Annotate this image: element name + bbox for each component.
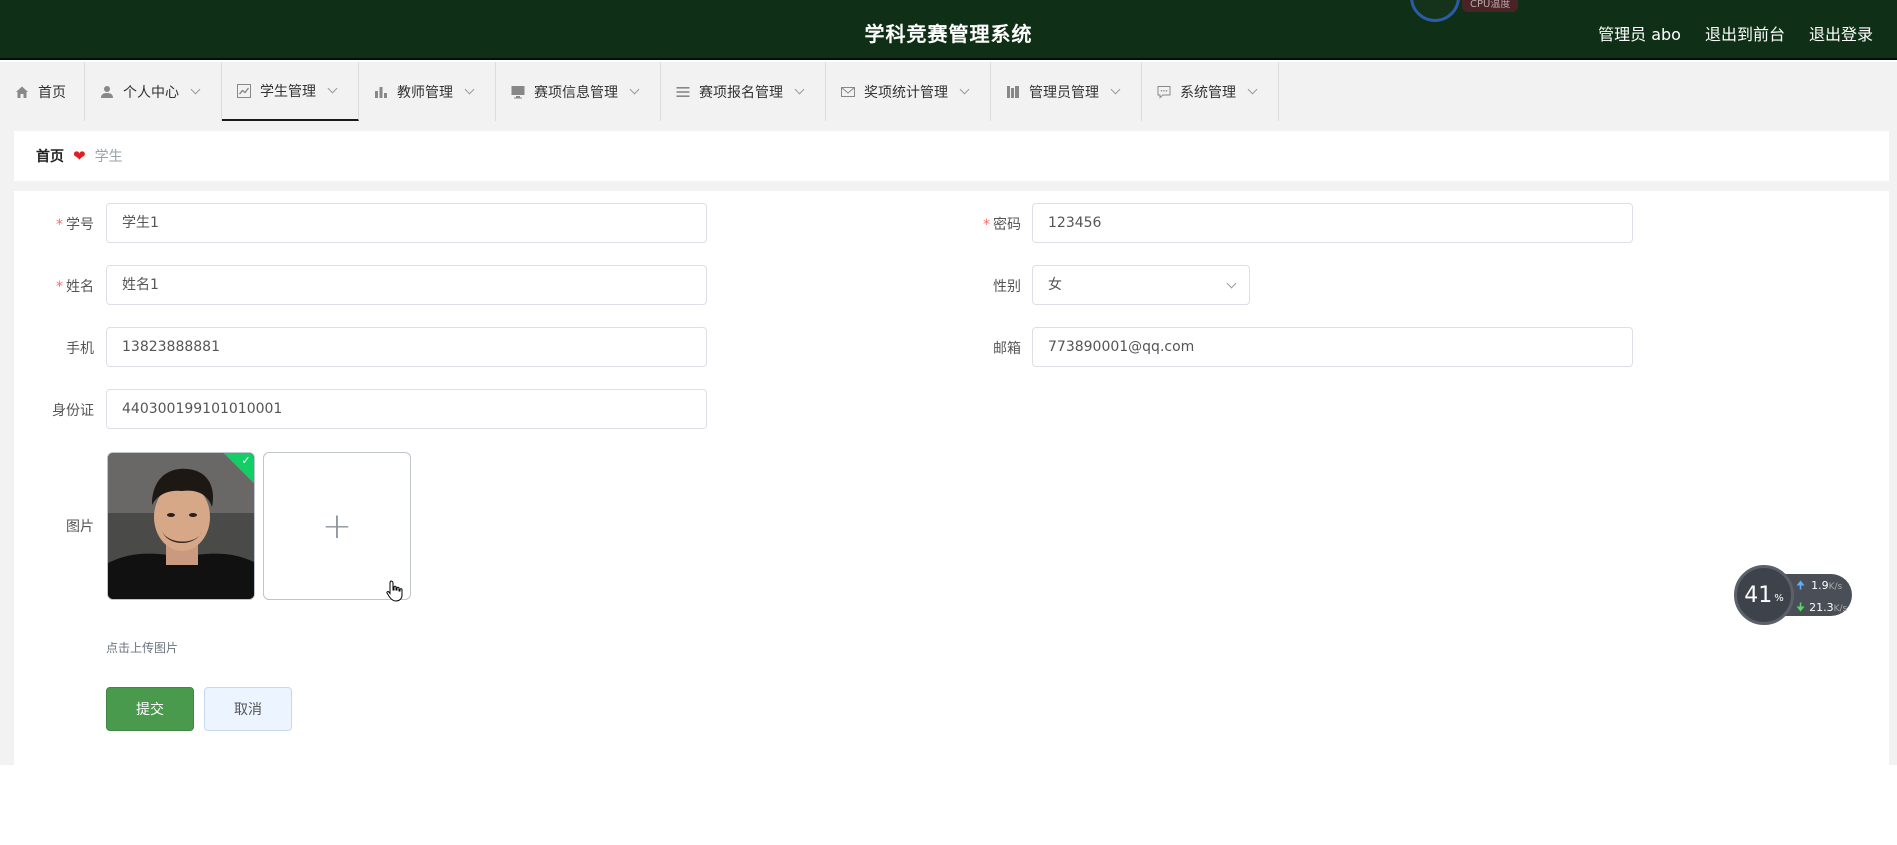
chat-icon: [1156, 84, 1171, 99]
user-icon: [99, 84, 114, 99]
menu-item-label: 奖项统计管理: [864, 84, 948, 101]
cpu-temp-label: CPU温度: [1462, 0, 1519, 12]
arrow-down-icon: 🠋: [1796, 601, 1806, 614]
menu-item-label: 赛项报名管理: [699, 84, 783, 101]
menu-item-label: 教师管理: [397, 84, 453, 101]
menu-item-label: 个人中心: [123, 84, 179, 101]
spacer: [0, 181, 1897, 191]
admin-user-link[interactable]: 管理员 abo: [1598, 21, 1681, 45]
menu-item-home[interactable]: 首页: [0, 62, 85, 121]
email-label: 邮箱: [993, 341, 1021, 357]
menu-item-student-management[interactable]: 学生管理: [222, 62, 359, 121]
upload-tip: 点击上传图片: [106, 641, 179, 655]
upload-speed: 🠉 1.9K/s: [1796, 579, 1843, 592]
email-field[interactable]: 773890001@qq.com: [1032, 327, 1633, 367]
menu-item-teacher-management[interactable]: 教师管理: [359, 62, 496, 121]
breadcrumb: 首页 ❤ 学生: [14, 131, 1889, 181]
monitor-icon: [510, 84, 525, 99]
spacer: [0, 121, 1897, 131]
check-icon: ✓: [241, 453, 251, 467]
menu-item-admin-management[interactable]: 管理员管理: [991, 62, 1142, 121]
student-no-label: * 学号: [56, 217, 94, 233]
cancel-button[interactable]: 取消: [204, 687, 292, 731]
heart-icon: ❤: [73, 147, 86, 165]
submit-button[interactable]: 提交: [106, 687, 194, 731]
menu-item-award-statistics-management[interactable]: 奖项统计管理: [826, 62, 991, 121]
menu-item-system-management[interactable]: 系统管理: [1142, 62, 1279, 121]
chevron-down-icon: [190, 84, 201, 95]
menu-item-label: 系统管理: [1180, 84, 1236, 101]
student-no-field[interactable]: 学生1: [106, 203, 707, 243]
exit-to-frontend-link[interactable]: 退出到前台: [1705, 21, 1785, 45]
image-label: 图片: [66, 519, 94, 535]
chevron-down-icon: [1226, 278, 1237, 289]
chevron-down-icon: [794, 84, 805, 95]
cpu-usage-gauge: 41%: [1734, 565, 1794, 625]
name-field[interactable]: 姓名1: [106, 265, 707, 305]
menu-item-event-registration-management[interactable]: 赛项报名管理: [661, 62, 826, 121]
chevron-down-icon: [327, 83, 338, 94]
chevron-down-icon: [629, 84, 640, 95]
hand-cursor-icon: [386, 580, 404, 606]
logout-link[interactable]: 退出登录: [1809, 21, 1873, 45]
uploaded-photo[interactable]: ✓: [107, 452, 255, 600]
menu-item-label: 管理员管理: [1029, 84, 1099, 101]
breadcrumb-home[interactable]: 首页: [36, 146, 64, 166]
gender-select[interactable]: 女: [1032, 265, 1250, 305]
password-field[interactable]: 123456: [1032, 203, 1633, 243]
arrow-up-icon: 🠉: [1796, 579, 1806, 592]
bar-chart-icon: [373, 84, 388, 99]
portrait-image: [108, 453, 254, 599]
spacer: [1889, 131, 1897, 765]
id-card-label: 身份证: [52, 403, 94, 419]
list-icon: [675, 84, 690, 99]
chevron-down-icon: [464, 84, 475, 95]
phone-field[interactable]: 13823888881: [106, 327, 707, 367]
chart-line-icon: [236, 83, 251, 98]
gender-selected-value: 女: [1048, 277, 1062, 293]
gender-label: 性别: [993, 279, 1021, 295]
name-label: * 姓名: [56, 279, 94, 295]
download-speed: 🠋 21.3K/s: [1796, 601, 1848, 614]
mail-icon: [840, 84, 855, 99]
plus-icon: +: [321, 505, 353, 547]
upload-image-button[interactable]: +: [263, 452, 411, 600]
menu-item-personal-center[interactable]: 个人中心: [85, 62, 222, 121]
password-label: * 密码: [983, 217, 1021, 233]
menu-item-event-info-management[interactable]: 赛项信息管理: [496, 62, 661, 121]
menu-item-label: 赛项信息管理: [534, 84, 618, 101]
phone-label: 手机: [66, 341, 94, 357]
menu-item-label: 学生管理: [260, 83, 316, 100]
top-header: 学科竞赛管理系统 CPU温度 管理员 abo 退出到前台 退出登录: [0, 0, 1897, 60]
home-icon: [14, 84, 29, 99]
breadcrumb-current: 学生: [94, 149, 123, 165]
chevron-down-icon: [1110, 84, 1121, 95]
menu-item-label: 首页: [38, 84, 66, 101]
spacer: [0, 131, 14, 765]
book-icon: [1005, 84, 1020, 99]
chevron-down-icon: [1247, 84, 1258, 95]
chevron-down-icon: [959, 84, 970, 95]
id-card-field[interactable]: 440300199101010001: [106, 389, 707, 429]
main-menu: 首页 个人中心 学生管理 教师管理 赛项信息管理 赛项报名管理 奖项统计管理 管…: [0, 62, 1897, 121]
